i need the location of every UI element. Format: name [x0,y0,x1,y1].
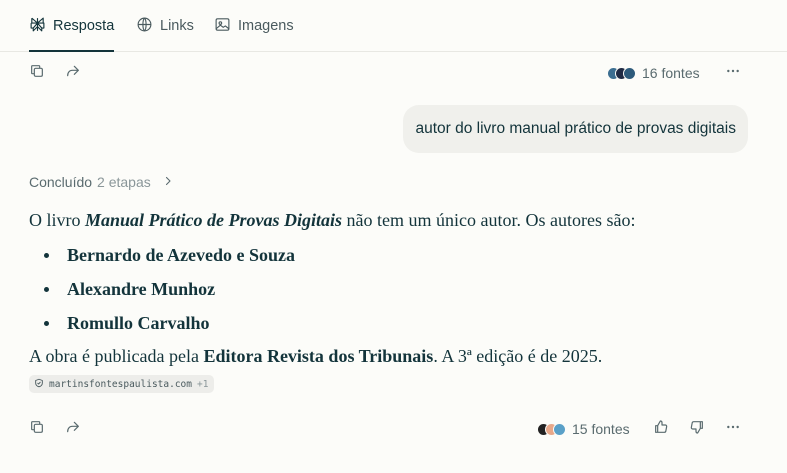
copy-icon [29,419,45,440]
chevron-right-icon [156,174,174,190]
thumbs-up-icon [653,419,669,440]
result-tabs: Resposta Links Imagens [0,0,787,52]
sources-count: 16 fontes [642,65,700,81]
tab-resposta[interactable]: Resposta [29,0,115,52]
list-item: Alexandre Munhoz [29,274,759,308]
source-favicon [623,66,636,80]
publisher-name: Editora Revista dos Tribunais [203,346,434,366]
copy-icon [29,63,45,84]
image-icon [214,16,231,37]
share-icon [65,63,81,84]
tab-label: Links [160,18,194,34]
thumbs-down-button[interactable] [687,419,707,439]
citation-domain: martinsfontespaulista.com [49,378,192,390]
more-horizontal-icon [725,63,741,84]
source-favicon [553,422,566,436]
answer-text: A obra é publicada pela [29,346,204,366]
book-title: Manual Prático de Provas Digitais [85,210,343,230]
shield-icon [34,378,44,391]
list-item: Bernardo de Azevedo e Souza [29,240,759,274]
copy-button[interactable] [27,63,47,83]
thumbs-down-icon [689,419,705,440]
source-favicons [537,422,566,436]
thumbs-up-button[interactable] [651,419,671,439]
steps-status: Concluído [29,174,93,190]
steps-toggle[interactable]: Concluído 2 etapas [29,172,174,192]
tab-label: Imagens [238,18,294,34]
globe-icon [136,16,153,37]
sources-count: 15 fontes [572,421,630,437]
tab-imagens[interactable]: Imagens [214,0,294,52]
share-button[interactable] [63,63,83,83]
answer-body: O livro Manual Prático de Provas Digitai… [29,206,759,370]
share-button[interactable] [63,419,83,439]
answer-text: . A 3ª edição é de 2025. [433,346,603,366]
more-options-button[interactable] [723,419,743,439]
perplexity-logo-icon [29,16,46,37]
sources-button[interactable]: 16 fontes [607,63,700,83]
more-horizontal-icon [725,419,741,440]
copy-button[interactable] [27,419,47,439]
citation-chip[interactable]: martinsfontespaulista.com +1 [29,375,215,393]
source-favicons [607,66,636,80]
sources-button[interactable]: 15 fontes [537,419,630,439]
answer-intro: O livro Manual Prático de Provas Digitai… [29,206,759,234]
share-icon [65,419,81,440]
citation-extra: +1 [197,378,209,390]
user-query-text: autor do livro manual prático de provas … [415,120,736,137]
authors-list: Bernardo de Azevedo e Souza Alexandre Mu… [29,240,759,342]
answer-text: O livro [29,210,85,230]
answer-outro: A obra é publicada pela Editora Revista … [29,342,759,370]
user-query: autor do livro manual prático de provas … [403,105,748,153]
tab-label: Resposta [53,18,115,34]
answer-text: não tem um único autor. Os autores são: [342,210,636,230]
steps-count: 2 etapas [97,174,151,190]
list-item: Romullo Carvalho [29,308,759,342]
more-options-button[interactable] [723,63,743,83]
tab-links[interactable]: Links [136,0,194,52]
